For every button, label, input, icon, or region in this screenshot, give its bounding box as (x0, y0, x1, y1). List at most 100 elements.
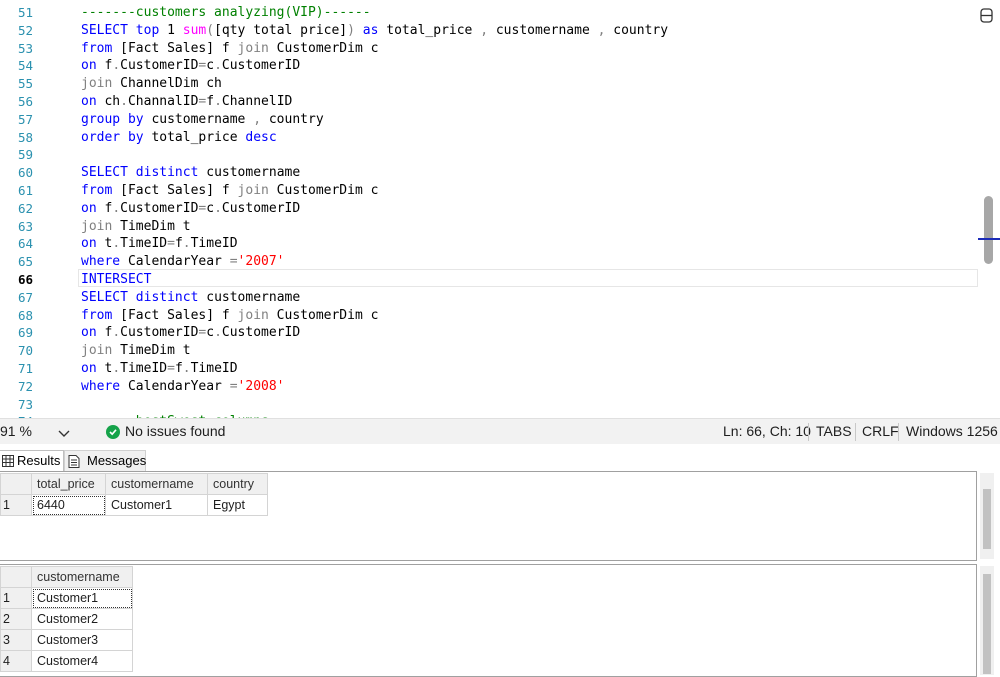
chevron-down-icon[interactable] (58, 425, 70, 437)
zoom-level[interactable]: 91 % (0, 423, 32, 439)
indentation-mode[interactable]: TABS (816, 423, 852, 439)
table-row[interactable]: 1 6440 Customer1 Egypt (0, 494, 268, 516)
code-line[interactable]: 72 where CalendarYear ='2008' (0, 378, 980, 396)
code-token: join (81, 343, 113, 359)
code-text[interactable]: where CalendarYear ='2007' (81, 253, 285, 271)
grid-cell[interactable]: 6440 (31, 494, 106, 516)
grid-cell[interactable]: Customer1 (105, 494, 208, 516)
table-row[interactable]: 4 Customer4 (0, 650, 133, 672)
code-text[interactable]: -------customers analyzing(VIP)------ (81, 4, 371, 22)
code-text[interactable]: group by customername , country (81, 111, 324, 129)
result-1-scrollbar[interactable] (980, 473, 994, 559)
code-token: group (81, 111, 121, 127)
code-line[interactable]: 69 on f.CustomerID=c.CustomerID (0, 324, 980, 342)
row-number-header[interactable] (0, 473, 32, 495)
row-number[interactable]: 3 (0, 629, 32, 651)
code-text[interactable]: join ChannelDim ch (81, 75, 222, 93)
line-ending[interactable]: CRLF (862, 423, 899, 439)
code-token: country (605, 22, 669, 38)
code-text[interactable]: on f.CustomerID=c.CustomerID (81, 57, 300, 75)
code-token: , (253, 111, 262, 127)
code-line[interactable]: 53 from [Fact Sales] f join CustomerDim c (0, 40, 980, 58)
code-text[interactable]: join TimeDim t (81, 218, 191, 236)
code-token: . (214, 325, 222, 341)
code-token: CustomerDim c (268, 183, 379, 198)
code-text[interactable]: on f.CustomerID=c.CustomerID (81, 324, 300, 342)
sql-editor[interactable]: 51 -------customers analyzing(VIP)------ 5… (0, 0, 1000, 418)
code-token: as (362, 22, 379, 38)
code-line[interactable]: 71 on t.TimeID=f.TimeID (0, 360, 980, 378)
code-line[interactable]: 65 where CalendarYear ='2007' (0, 253, 980, 271)
result-pane-1: total_price customername country 1 6440 … (0, 471, 977, 561)
code-line[interactable]: 64 on t.TimeID=f.TimeID (0, 235, 980, 253)
code-text[interactable]: INTERSECT (81, 271, 151, 289)
code-text[interactable]: on ch.ChannalID=f.ChannelID (81, 93, 292, 111)
code-line[interactable]: 61 from [Fact Sales] f join CustomerDim c (0, 182, 980, 200)
grid-cell[interactable]: Egypt (207, 494, 268, 516)
code-line[interactable]: 73 (0, 396, 980, 414)
code-token: CustomerID (221, 58, 301, 74)
code-line[interactable]: 60 SELECT distinct customername (0, 164, 980, 182)
grid-cell[interactable]: Customer1 (31, 587, 133, 609)
tab-messages[interactable]: Messages (64, 450, 146, 473)
code-token: INTERSECT (81, 272, 152, 287)
code-text[interactable]: on t.TimeID=f.TimeID (81, 235, 238, 253)
scrollbar-thumb[interactable] (983, 574, 991, 674)
scrollbar-thumb[interactable] (983, 489, 991, 549)
column-header[interactable]: total_price (31, 473, 106, 495)
code-line[interactable]: 68 from [Fact Sales] f join CustomerDim c (0, 307, 980, 325)
row-number[interactable]: 1 (0, 587, 32, 609)
code-text[interactable]: where CalendarYear ='2008' (81, 378, 285, 396)
code-text[interactable]: from [Fact Sales] f join CustomerDim c (81, 40, 378, 58)
issues-status[interactable]: No issues found (125, 423, 225, 439)
split-editor-icon[interactable] (980, 8, 994, 24)
grid-cell[interactable]: Customer4 (31, 650, 133, 672)
code-line[interactable]: 52 SELECT top 1 sum([qty total price]) as… (0, 22, 980, 40)
result-2-scrollbar[interactable] (980, 566, 994, 675)
code-line[interactable]: 59 (0, 146, 980, 164)
column-header[interactable]: country (207, 473, 268, 495)
code-text[interactable]: SELECT distinct customername (81, 164, 300, 182)
code-text[interactable]: on f.CustomerID=c.CustomerID (81, 200, 300, 218)
editor-scrollbar-thumb[interactable] (984, 196, 993, 264)
code-text[interactable]: from [Fact Sales] f join CustomerDim c (81, 182, 378, 200)
row-number[interactable]: 4 (0, 650, 32, 672)
table-row[interactable]: 2 Customer2 (0, 608, 133, 630)
code-line[interactable]: 58 order by total_price desc (0, 129, 980, 147)
code-token: f (174, 361, 183, 376)
row-number[interactable]: 2 (0, 608, 32, 630)
code-line[interactable]: 56 on ch.ChannalID=f.ChannelID (0, 93, 980, 111)
tab-results[interactable]: Results (0, 450, 64, 472)
column-header[interactable]: customername (31, 566, 133, 588)
code-line[interactable]: 67 SELECT distinct customername (0, 289, 980, 307)
code-line[interactable]: 70 join TimeDim t (0, 342, 980, 360)
code-text[interactable]: from [Fact Sales] f join CustomerDim c (81, 307, 378, 325)
code-line[interactable]: 54 on f.CustomerID=c.CustomerID (0, 57, 980, 75)
code-line[interactable]: 57 group by customername , country (0, 111, 980, 129)
grid-cell[interactable]: Customer3 (31, 629, 133, 651)
encoding[interactable]: Windows 1256 (906, 423, 998, 439)
code-text[interactable]: on t.TimeID=f.TimeID (81, 360, 238, 378)
code-line[interactable]: 63 join TimeDim t (0, 218, 980, 236)
column-header[interactable]: customername (105, 473, 208, 495)
result-grid-2[interactable]: customername 1 Customer1 2 Customer2 3 C… (0, 566, 133, 672)
code-line[interactable]: 62 on f.CustomerID=c.CustomerID (0, 200, 980, 218)
code-line[interactable]: 55 join ChannelDim ch (0, 75, 980, 93)
code-text[interactable]: join TimeDim t (81, 342, 191, 360)
line-number: 68 (17, 307, 33, 323)
table-row[interactable]: 1 Customer1 (0, 587, 133, 609)
row-number-header[interactable] (0, 566, 32, 588)
code-line[interactable]: 51 -------customers analyzing(VIP)------ (0, 4, 980, 22)
code-text[interactable]: SELECT distinct customername (81, 289, 300, 307)
grid-cell[interactable]: Customer2 (31, 608, 133, 630)
row-number[interactable]: 1 (0, 494, 32, 516)
line-number: 55 (17, 76, 33, 92)
table-row[interactable]: 3 Customer3 (0, 629, 133, 651)
result-grid-1[interactable]: total_price customername country 1 6440 … (0, 473, 268, 516)
code-text[interactable]: order by total_price desc (81, 129, 277, 147)
code-token: customername (198, 165, 301, 181)
cursor-position[interactable]: Ln: 66, Ch: 10 (723, 423, 811, 439)
code-text[interactable]: SELECT top 1 sum([qty total price]) as t… (81, 22, 668, 40)
code-line[interactable]: 66 INTERSECT (0, 271, 980, 289)
